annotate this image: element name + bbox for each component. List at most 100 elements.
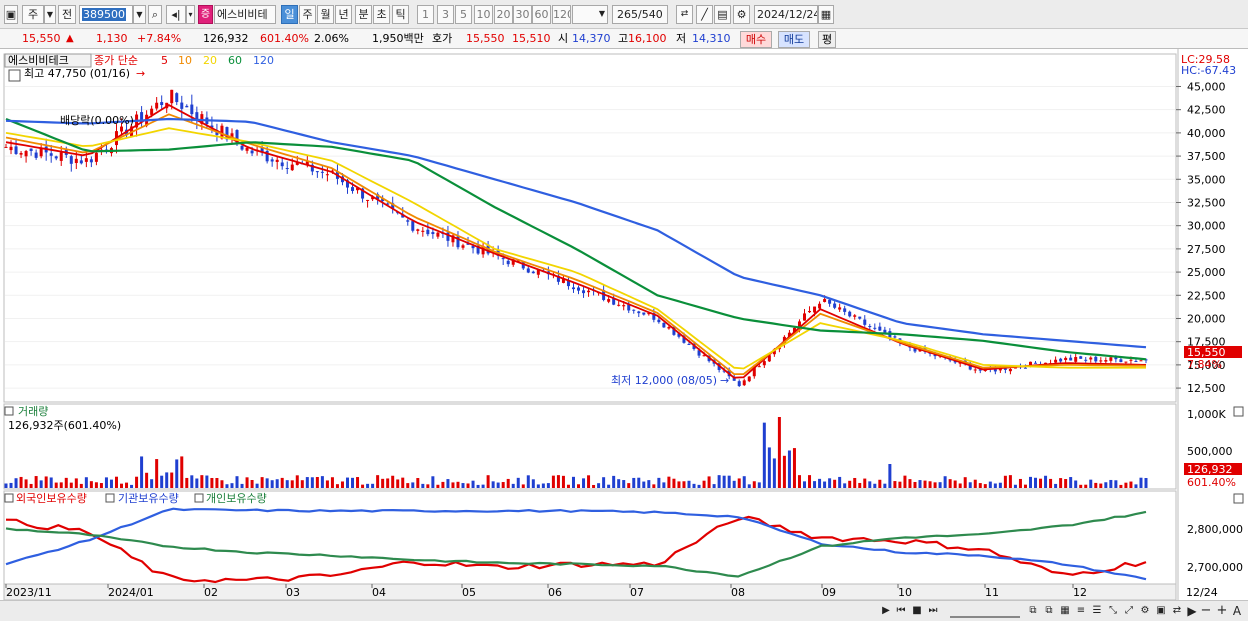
volume-bar <box>456 481 460 488</box>
volume-bar <box>808 475 812 488</box>
zoom-in-icon[interactable]: + <box>1216 604 1228 618</box>
volume-bar <box>1144 478 1148 488</box>
period-6-button[interactable]: 틱 <box>392 5 409 24</box>
chart-compare-icon[interactable]: ⇄ <box>676 5 693 24</box>
volume-bar <box>888 464 892 488</box>
candle-body <box>4 146 8 148</box>
period-1-button[interactable]: 주 <box>299 5 316 24</box>
speaker-icon[interactable]: ◂| <box>166 5 186 24</box>
lock-icon[interactable]: ▣ <box>1154 604 1168 618</box>
zoom-out-icon[interactable]: − <box>1200 604 1212 618</box>
search-icon[interactable]: ⌕ <box>148 5 162 24</box>
last-page-icon[interactable]: ⏭ <box>927 604 939 618</box>
settings-icon[interactable]: ⚙ <box>1138 604 1152 618</box>
volume-bar <box>913 481 917 488</box>
candle-body <box>526 268 530 273</box>
volume-bar <box>4 483 8 488</box>
volume-bar <box>285 480 289 488</box>
chart-window-icon[interactable]: ▣ <box>4 5 18 24</box>
flat-button[interactable]: 평 <box>818 31 836 48</box>
scroll-right-icon[interactable]: ▶ <box>880 604 892 618</box>
grid-icon[interactable]: ▦ <box>1058 604 1072 618</box>
save-icon[interactable]: ▤ <box>714 5 731 24</box>
trade-amount: 1,950백만 <box>372 32 424 45</box>
volume-panel-icon[interactable] <box>4 406 14 416</box>
volume-bar <box>411 482 415 488</box>
low-note: 최저 12,000 (08/05) <box>611 374 717 387</box>
period-0-button[interactable]: 일 <box>281 5 298 24</box>
chart-area[interactable]: 45,000 42,500 40,000 37,500 35,000 32,500 30,0… <box>0 49 1248 600</box>
calendar-icon[interactable]: ▦ <box>818 5 834 24</box>
holdings-close-icon[interactable] <box>1233 493 1244 504</box>
ma-toggle-3-button[interactable]: 3 <box>437 5 454 24</box>
ma-toggle-5-button[interactable]: 5 <box>455 5 472 24</box>
period-main-select[interactable]: 주 <box>22 5 44 24</box>
volume-bar <box>1028 476 1032 488</box>
ma-toggle-10-button[interactable]: 10 <box>474 5 493 24</box>
candle-body <box>742 380 746 386</box>
ma-toggle-120-button[interactable]: 120 <box>552 5 571 24</box>
period-2-button[interactable]: 월 <box>317 5 334 24</box>
volume-bar <box>361 484 365 488</box>
volume-bar <box>642 481 646 488</box>
chevron-down-icon[interactable]: ▼ <box>44 5 56 24</box>
ma-toggle-1-button[interactable]: 1 <box>417 5 434 24</box>
trend-icon[interactable]: ⤡ <box>1106 604 1120 618</box>
lines-icon[interactable]: ≡ <box>1074 604 1088 618</box>
candle-body <box>411 221 415 231</box>
candle-body <box>993 369 997 372</box>
legend-individual: 개인보유수량 <box>206 492 267 505</box>
volume-bar <box>1134 484 1138 488</box>
first-page-icon[interactable]: ⏮ <box>895 604 907 618</box>
ma-toggle-30-button[interactable]: 30 <box>513 5 532 24</box>
count-field[interactable]: 265/540 <box>612 5 668 24</box>
volume-bar <box>451 482 455 488</box>
candle-body <box>1139 360 1143 362</box>
grid-toggle-icon[interactable] <box>8 69 21 82</box>
speaker-dropdown-icon[interactable]: ▾ <box>186 5 195 24</box>
volume-bar <box>290 480 294 488</box>
volume-bar <box>200 475 204 488</box>
period-4-button[interactable]: 분 <box>355 5 372 24</box>
current-price: 15,550 <box>22 32 61 45</box>
trend-down-icon[interactable]: ⤢ <box>1122 604 1136 618</box>
stop-icon[interactable]: ■ <box>911 604 923 618</box>
candle-body <box>175 93 179 103</box>
volume-bar <box>180 456 184 488</box>
candle-body <box>160 102 164 106</box>
compare-icon[interactable]: ⇄ <box>1170 604 1184 618</box>
period-3-button[interactable]: 년 <box>335 5 352 24</box>
holdings-panel-icon[interactable] <box>4 493 14 503</box>
volume-bar <box>963 477 967 488</box>
volume-bar <box>617 479 621 488</box>
split-icon[interactable]: ⧉ <box>1042 604 1056 618</box>
right-scroll-icon[interactable]: ▶ <box>1186 604 1198 618</box>
stock-name-field[interactable]: 에스비비테 <box>214 5 276 24</box>
candle-body <box>617 304 621 306</box>
ma-toggle-20-button[interactable]: 20 <box>494 5 513 24</box>
drawing-tool-icon[interactable]: ╱ <box>696 5 713 24</box>
text-size-icon[interactable]: A <box>1231 604 1243 618</box>
period-5-button[interactable]: 초 <box>373 5 390 24</box>
volume-bar <box>270 480 274 488</box>
stock-code-input[interactable]: 389500 <box>79 5 133 24</box>
list-icon[interactable]: ☰ <box>1090 604 1104 618</box>
volume-bar <box>195 478 199 488</box>
date-input[interactable]: 2024/12/24 <box>754 5 818 24</box>
gear-icon[interactable]: ⚙ <box>733 5 750 24</box>
candle-body <box>320 171 324 173</box>
sell-button[interactable]: 매도 <box>778 31 810 48</box>
volume-bar <box>632 477 636 488</box>
volume-bar <box>396 479 400 488</box>
zoom-slider[interactable] <box>950 604 1020 618</box>
candle-body <box>34 152 38 158</box>
volume-close-icon[interactable] <box>1233 406 1244 417</box>
volume-bar <box>109 479 113 488</box>
layout-icon[interactable]: ⧉ <box>1026 604 1040 618</box>
buy-button[interactable]: 매수 <box>740 31 772 48</box>
candle-body <box>848 311 852 317</box>
code-dropdown-icon[interactable]: ▼ <box>133 5 146 24</box>
candle-body <box>416 229 420 231</box>
ma-toggle-60-button[interactable]: 60 <box>532 5 551 24</box>
prev-button[interactable]: 전 <box>58 5 76 24</box>
